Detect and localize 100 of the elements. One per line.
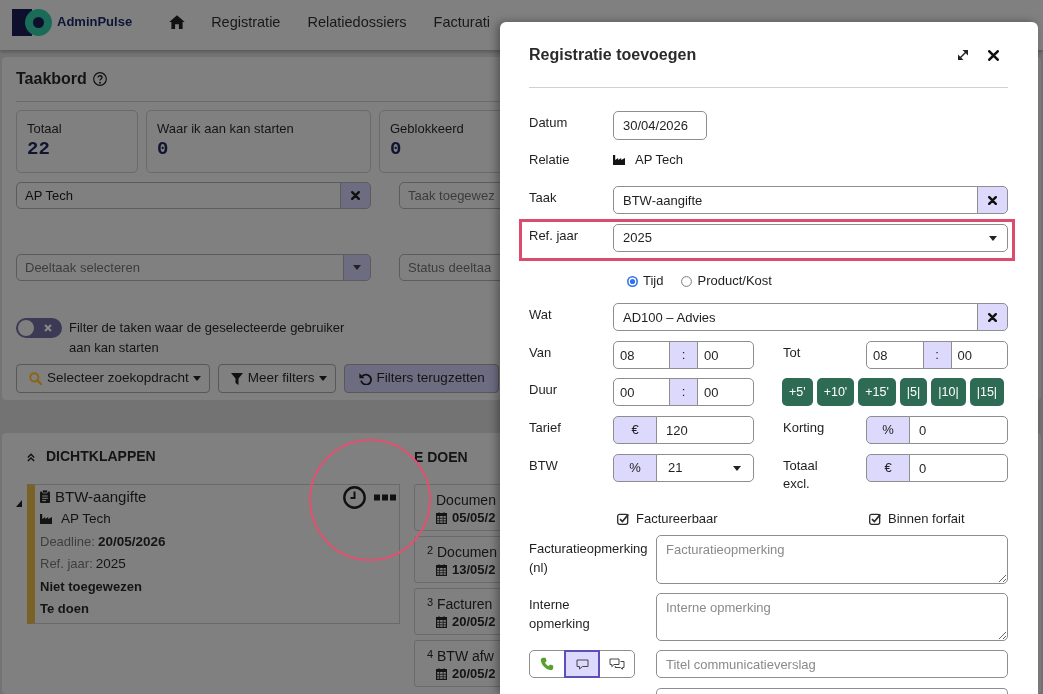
nav-link[interactable]: Facturati — [433, 13, 490, 31]
field-label: Datum — [529, 114, 569, 132]
stat-label: Totaal — [27, 120, 62, 137]
toggle-switch[interactable] — [16, 318, 62, 338]
radio-button[interactable] — [627, 275, 638, 287]
due-date: 05/05/2 — [452, 509, 496, 528]
quick-time-button[interactable]: +10' — [816, 378, 855, 406]
calendar-icon — [436, 564, 447, 577]
internal-note-field[interactable]: Interne opmerking — [656, 593, 1008, 641]
speech-bubble-icon — [575, 658, 589, 670]
status-text: Te doen — [40, 599, 89, 618]
quick-time-button[interactable]: |15| — [969, 378, 1005, 406]
logo-icon[interactable] — [12, 8, 52, 36]
reset-filters-button[interactable]: Filters terugzetten — [343, 364, 499, 393]
task-title: Documen — [436, 491, 496, 510]
amount-field[interactable]: 120 — [656, 416, 754, 444]
hours-field[interactable]: 08 — [866, 341, 924, 369]
clear-button[interactable] — [977, 303, 1008, 331]
field-label: Duur — [529, 381, 559, 399]
minutes-field[interactable]: 00 — [697, 341, 754, 369]
clock-icon[interactable] — [343, 485, 366, 509]
home-icon[interactable] — [169, 15, 186, 29]
stat-label: Waar ik aan kan starten — [157, 120, 294, 137]
amount-field[interactable]: 0 — [909, 416, 1008, 444]
hours-field[interactable]: 08 — [613, 341, 670, 369]
activity-field[interactable]: AD100 – Advies — [613, 303, 978, 331]
due-date: 20/05/2 — [452, 665, 496, 684]
field-label: Tot — [783, 344, 802, 362]
ref-year-label: Ref. jaar: — [40, 554, 93, 573]
expand-icon[interactable] — [957, 49, 969, 61]
stat-value: 22 — [27, 137, 50, 161]
minutes-field[interactable]: 00 — [950, 341, 1008, 369]
deadline-label: Deadline: — [40, 532, 95, 551]
page-title: Taakbord — [16, 69, 87, 89]
calendar-icon — [436, 512, 447, 525]
minutes-field[interactable]: 00 — [697, 378, 754, 406]
date-field[interactable]: 30/04/2026 — [613, 111, 707, 140]
order-number: 2 — [427, 544, 434, 557]
amount-field[interactable]: 0 — [909, 454, 1008, 482]
stat-value: 0 — [390, 137, 402, 161]
unit-addon: € — [613, 416, 657, 444]
toggle-label: Filter de taken waar de geselecteerde gebruiker aan kan starten — [69, 319, 346, 357]
speech-bubbles-icon — [609, 658, 625, 670]
input-field[interactable] — [656, 688, 1008, 694]
radio-button[interactable] — [681, 275, 693, 287]
order-number: 4 — [427, 648, 434, 661]
task-title: BTW-aangifte — [55, 486, 147, 507]
calendar-icon — [436, 668, 447, 681]
task-title: Documen — [437, 543, 497, 562]
stat-value: 0 — [157, 137, 169, 161]
radio-label[interactable]: Product/Kost — [697, 272, 772, 290]
filter-field[interactable]: Deeltaak selecteren — [16, 254, 344, 281]
quick-time-button[interactable]: +5' — [782, 378, 813, 406]
relation-name: AP Tech — [61, 509, 111, 528]
ellipsis-icon[interactable] — [374, 493, 396, 501]
field-label: Interne opmerking — [529, 596, 591, 633]
order-number: 3 — [427, 596, 434, 609]
dropdown-button[interactable] — [343, 254, 371, 281]
hours-field[interactable]: 00 — [613, 378, 670, 406]
assignee-text: Niet toegewezen — [40, 577, 142, 596]
caret-icon — [989, 235, 997, 241]
clipboard-icon — [40, 489, 50, 503]
nav-link[interactable]: Registratie — [211, 13, 281, 31]
caret-icon — [733, 465, 741, 471]
amount-select[interactable]: 21 — [656, 454, 754, 482]
task-card[interactable]: BTW-aangifte AP Tech Deadline: 20/05/2026 Ref. jaar: 2025 Niet toegewezen Te doen — [27, 484, 400, 624]
quick-time-button[interactable]: |5| — [899, 378, 928, 406]
field-label: Ref. jaar — [529, 227, 580, 245]
quick-time-button[interactable]: +15' — [858, 378, 896, 406]
brand-name[interactable]: AdminPulse — [57, 13, 133, 31]
due-date: 13/05/2 — [452, 561, 496, 580]
task-field[interactable]: BTW-aangifte — [613, 186, 978, 214]
close-icon[interactable] — [988, 49, 999, 61]
nav-link[interactable]: Relatiedossiers — [307, 13, 407, 31]
field-label: Totaal excl. — [783, 457, 819, 493]
report-title-field[interactable]: Titel communicatieverslag — [656, 650, 1008, 678]
clear-button[interactable] — [977, 186, 1008, 214]
checkbox[interactable] — [617, 513, 629, 525]
checkbox-label[interactable]: Binnen forfait — [888, 510, 965, 528]
radio-label[interactable]: Tijd — [643, 272, 664, 290]
invoice-note-field[interactable]: Facturatieopmerking — [656, 535, 1008, 584]
triangle-icon[interactable] — [16, 500, 22, 507]
filter-field[interactable]: AP Tech — [16, 182, 341, 209]
help-icon[interactable] — [92, 72, 107, 86]
field-label: Facturatieopmerking (nl) — [529, 540, 649, 577]
due-date: 20/05/2 — [452, 613, 496, 632]
field-label: Relatie — [529, 151, 571, 169]
time-separator: : — [922, 341, 952, 369]
modal-title: Registratie toevoegen — [529, 45, 698, 65]
cross-icon — [988, 312, 997, 322]
unit-addon: % — [866, 416, 910, 444]
saved-search-button[interactable]: Selecteer zoekopdracht — [16, 364, 210, 393]
year-select[interactable]: 2025 — [613, 224, 1008, 252]
cross-icon — [988, 195, 997, 205]
more-filters-button[interactable]: Meer filters — [217, 364, 336, 393]
checkbox[interactable] — [869, 513, 881, 525]
field-label: BTW — [529, 457, 559, 475]
quick-time-button[interactable]: |10| — [931, 378, 966, 406]
checkbox-label[interactable]: Factureerbaar — [636, 510, 718, 528]
collapse-button[interactable]: DICHTKLAPPEN — [16, 447, 156, 467]
